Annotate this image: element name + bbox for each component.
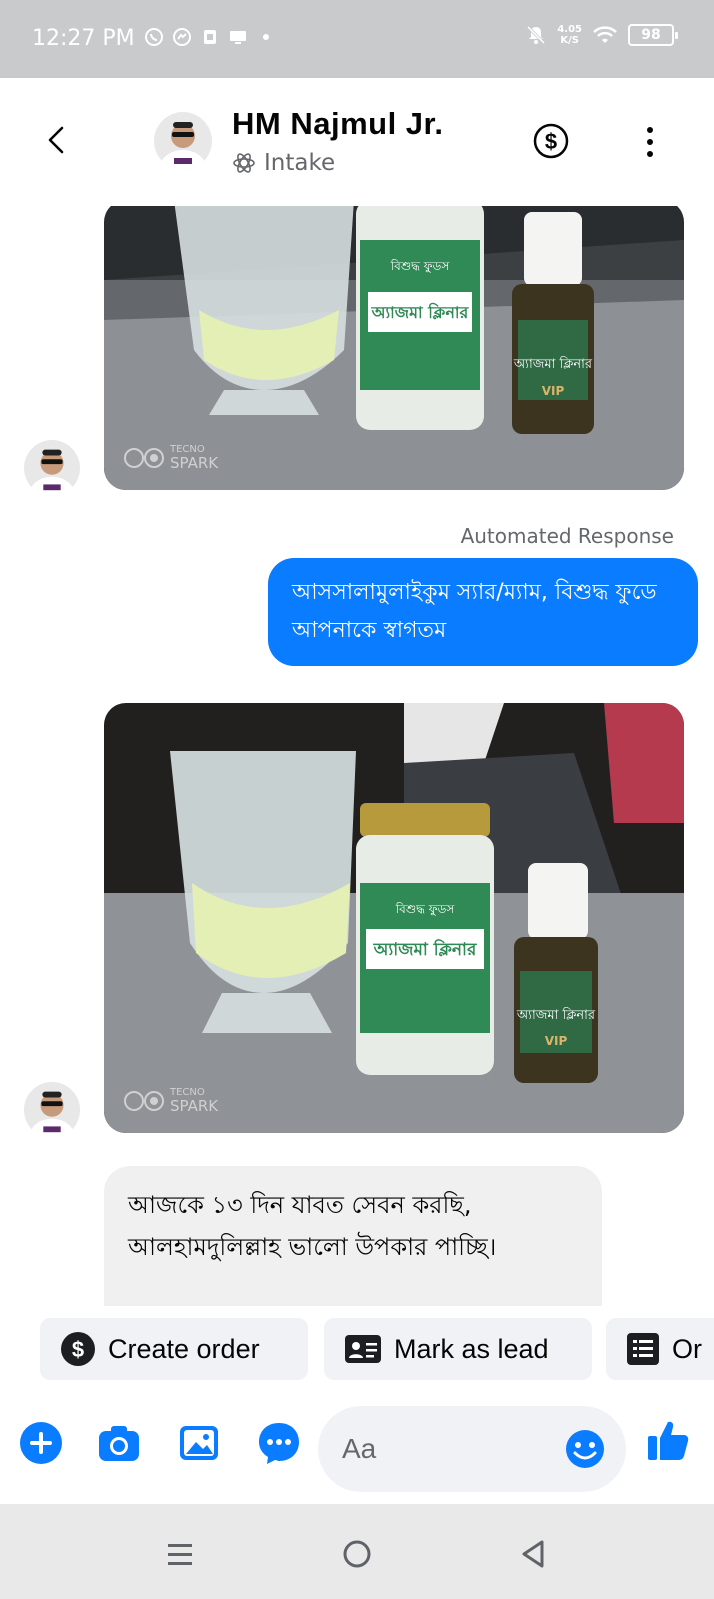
watermark-model: SPARK bbox=[170, 1097, 219, 1115]
product-photo: অ্যাজমা ক্লিনার বিশুদ্ধ ফুডস অ্যাজমা ক্ল… bbox=[104, 206, 684, 490]
status-time: 12:27 PM bbox=[32, 26, 135, 51]
jar-label: অ্যাজমা ক্লিনার bbox=[371, 302, 470, 322]
like-thumbs-up-icon[interactable] bbox=[644, 1416, 692, 1464]
emoji-icon[interactable] bbox=[564, 1428, 606, 1470]
plus-icon[interactable] bbox=[18, 1420, 64, 1466]
mark-as-lead-label: Mark as lead bbox=[394, 1333, 549, 1364]
notification-icons bbox=[144, 27, 276, 47]
intake-stage[interactable]: Intake bbox=[232, 150, 335, 176]
intake-atom-icon bbox=[233, 153, 255, 173]
jar-brand: বিশুদ্ধ ফুডস bbox=[390, 259, 451, 274]
camera-icon[interactable] bbox=[96, 1420, 142, 1466]
saved-replies-icon[interactable] bbox=[256, 1420, 302, 1466]
automated-response-label: Automated Response bbox=[460, 524, 674, 548]
quick-actions-bar: $ Create order Mark as lead Or bbox=[0, 1306, 714, 1386]
svg-text:$: $ bbox=[72, 1337, 84, 1362]
avatar-image bbox=[154, 112, 212, 170]
contact-name[interactable]: HM Najmul Jr. bbox=[232, 106, 444, 142]
recent-apps-icon[interactable] bbox=[160, 1534, 200, 1574]
status-bar: 12:27 PM 4.05 K/S 98 bbox=[0, 0, 714, 78]
net-speed-unit: K/S bbox=[560, 35, 579, 46]
sender-avatar[interactable] bbox=[24, 440, 80, 496]
screen-share-icon bbox=[230, 31, 246, 44]
jar-brand: বিশুদ্ধ ফুডস bbox=[395, 902, 456, 917]
mark-as-lead-button[interactable]: Mark as lead bbox=[324, 1318, 592, 1380]
net-speed-value: 4.05 bbox=[557, 24, 582, 35]
intake-label: Intake bbox=[264, 150, 336, 176]
dollar-circle-icon: $ bbox=[61, 1332, 95, 1366]
whatsapp-icon bbox=[145, 28, 163, 46]
order-list-icon bbox=[627, 1333, 659, 1365]
message-thread[interactable]: অ্যাজমা ক্লিনার বিশুদ্ধ ফুডস অ্যাজমা ক্ল… bbox=[0, 206, 714, 1306]
bottle-label: অ্যাজমা ক্লিনার bbox=[516, 1007, 596, 1023]
bottle-label: অ্যাজমা ক্লিনার bbox=[513, 356, 593, 372]
gallery-icon[interactable] bbox=[176, 1420, 222, 1466]
bottle-badge: VIP bbox=[542, 384, 565, 398]
create-order-label: Create order bbox=[108, 1333, 260, 1364]
svg-text:$: $ bbox=[545, 129, 557, 154]
orders-button[interactable]: Or bbox=[606, 1318, 714, 1380]
back-triangle-icon[interactable] bbox=[514, 1534, 554, 1574]
mute-bell-icon bbox=[527, 25, 546, 45]
payment-dollar-icon[interactable]: $ bbox=[532, 122, 570, 160]
bottle-badge: VIP bbox=[545, 1034, 568, 1048]
message-input[interactable] bbox=[342, 1406, 542, 1492]
back-arrow-icon[interactable] bbox=[38, 120, 78, 160]
create-order-button[interactable]: $ Create order bbox=[40, 1318, 308, 1380]
contact-card-icon bbox=[345, 1335, 381, 1363]
system-navigation-bar bbox=[0, 1504, 714, 1599]
conversation-header: HM Najmul Jr. Intake $ bbox=[0, 78, 714, 206]
more-options-icon[interactable] bbox=[640, 124, 660, 160]
incoming-message[interactable]: আজকে ১৩ দিন যাবত সেবন করছি, আলহামদুলিল্ল… bbox=[104, 1166, 602, 1306]
jar-label: অ্যাজমা ক্লিনার bbox=[373, 938, 477, 960]
sender-avatar[interactable] bbox=[24, 1082, 80, 1138]
avatar-image bbox=[24, 440, 80, 496]
sim-icon bbox=[204, 30, 216, 44]
image-message[interactable]: অ্যাজমা ক্লিনার বিশুদ্ধ ফুডস অ্যাজমা ক্ল… bbox=[104, 703, 684, 1133]
avatar-image bbox=[24, 1082, 80, 1138]
product-photo: অ্যাজমা ক্লিনার বিশুদ্ধ ফুডস অ্যাজমা ক্ল… bbox=[104, 703, 684, 1133]
battery-indicator: 98 bbox=[628, 24, 678, 46]
status-right: 4.05 K/S 98 bbox=[525, 24, 678, 46]
message-composer bbox=[0, 1386, 714, 1504]
image-message[interactable]: অ্যাজমা ক্লিনার বিশুদ্ধ ফুডস অ্যাজমা ক্ল… bbox=[104, 206, 684, 490]
watermark-model: SPARK bbox=[170, 454, 219, 472]
wifi-icon bbox=[593, 26, 617, 43]
network-speed: 4.05 K/S bbox=[557, 24, 582, 46]
messenger-icon bbox=[173, 28, 191, 46]
dot-icon bbox=[263, 34, 269, 40]
contact-avatar[interactable] bbox=[154, 112, 212, 170]
outgoing-message[interactable]: আসসালামুলাইকুম স্যার/ম্যাম, বিশুদ্ধ ফুডে… bbox=[268, 558, 698, 666]
orders-label: Or bbox=[672, 1333, 702, 1364]
home-icon[interactable] bbox=[337, 1534, 377, 1574]
message-input-field[interactable] bbox=[318, 1406, 626, 1492]
